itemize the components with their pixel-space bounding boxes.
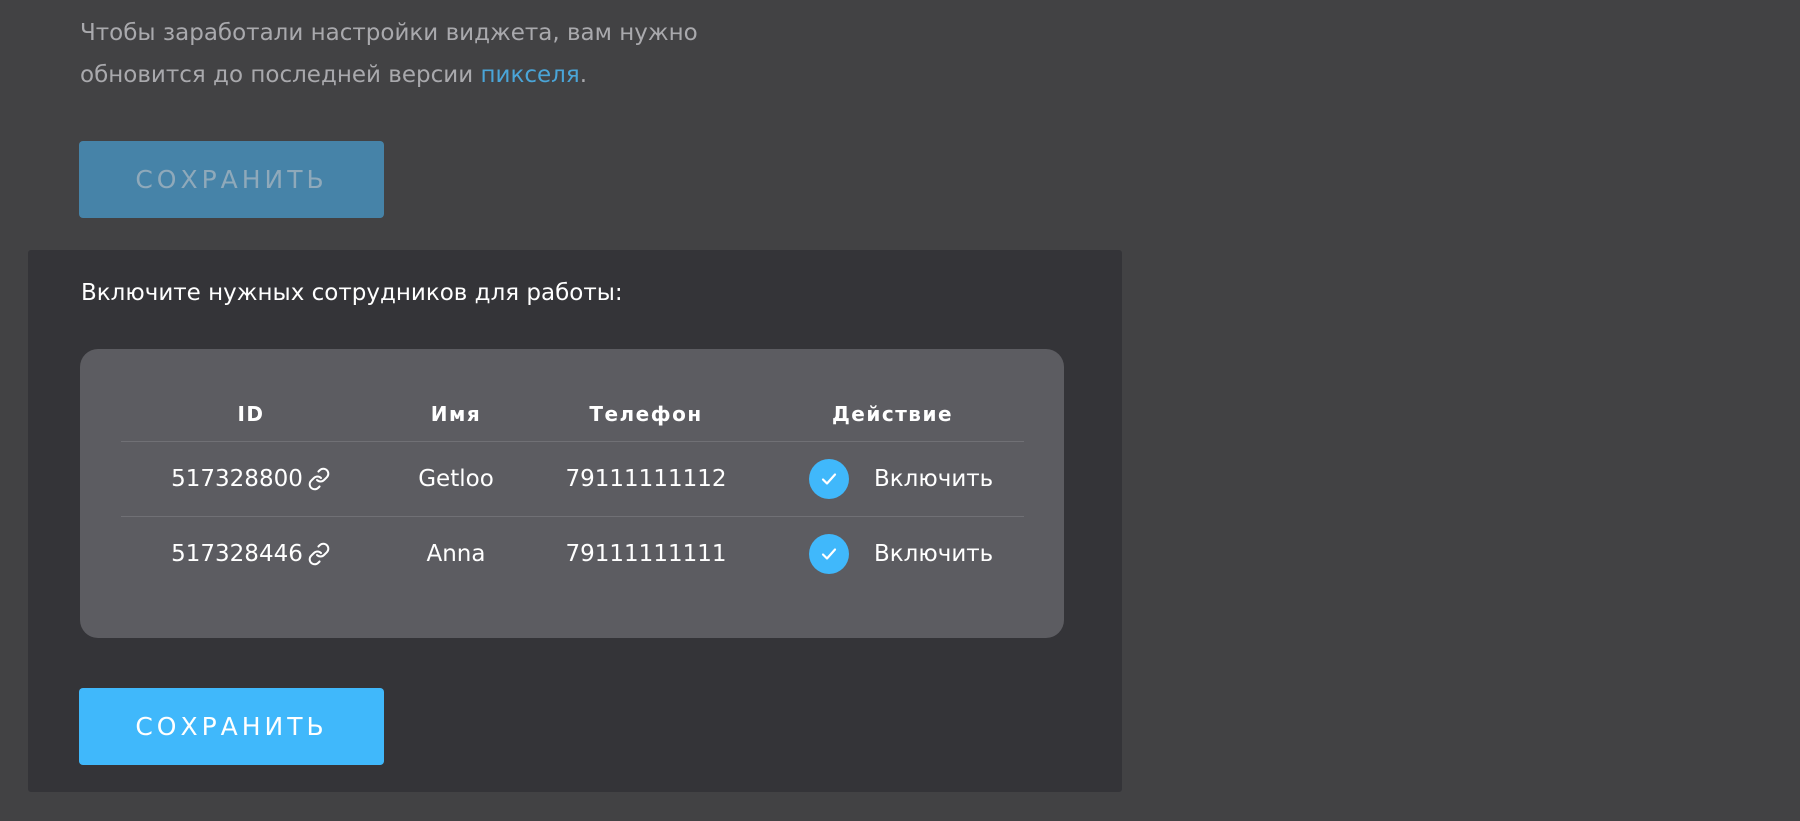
- enable-checkbox[interactable]: [809, 534, 849, 574]
- cell-action: Включить: [761, 534, 1024, 574]
- employees-table: ID Имя Телефон Действие 517328800 Getloo…: [80, 349, 1064, 638]
- employees-grid: ID Имя Телефон Действие 517328800 Getloo…: [121, 387, 1024, 591]
- table-row: 517328446 Anna 79111111111 Включить: [121, 517, 1024, 591]
- cell-name: Getloo: [418, 466, 494, 492]
- link-icon[interactable]: [307, 542, 331, 566]
- employees-title: Включите нужных сотрудников для работы:: [81, 280, 623, 306]
- link-icon[interactable]: [307, 467, 331, 491]
- check-icon: [821, 548, 837, 560]
- table-row: 517328800 Getloo 79111111112 Включить: [121, 442, 1024, 517]
- pixel-link[interactable]: пикселя: [480, 62, 579, 88]
- column-header-phone: Телефон: [589, 402, 703, 426]
- cell-id: 517328446: [121, 541, 381, 567]
- cell-id: 517328800: [121, 466, 381, 492]
- cell-name: Anna: [426, 541, 486, 567]
- notice-text-end: .: [579, 62, 587, 88]
- notice-text: Чтобы заработали настройки виджета, вам …: [80, 20, 698, 88]
- column-header-action: Действие: [831, 402, 954, 426]
- enable-checkbox[interactable]: [809, 459, 849, 499]
- column-header-id: ID: [237, 402, 265, 426]
- pixel-update-notice: Чтобы заработали настройки виджета, вам …: [80, 12, 780, 96]
- check-icon: [821, 473, 837, 485]
- cell-phone: 79111111111: [565, 541, 727, 567]
- action-label: Включить: [874, 541, 994, 567]
- save-button[interactable]: СОХРАНИТЬ: [79, 688, 384, 765]
- cell-phone: 79111111112: [565, 466, 727, 492]
- save-button-disabled[interactable]: СОХРАНИТЬ: [79, 141, 384, 218]
- column-header-name: Имя: [430, 402, 482, 426]
- employee-id: 517328800: [171, 466, 303, 492]
- cell-action: Включить: [761, 459, 1024, 499]
- action-label: Включить: [874, 466, 994, 492]
- employee-id: 517328446: [171, 541, 303, 567]
- table-header: ID Имя Телефон Действие: [121, 387, 1024, 442]
